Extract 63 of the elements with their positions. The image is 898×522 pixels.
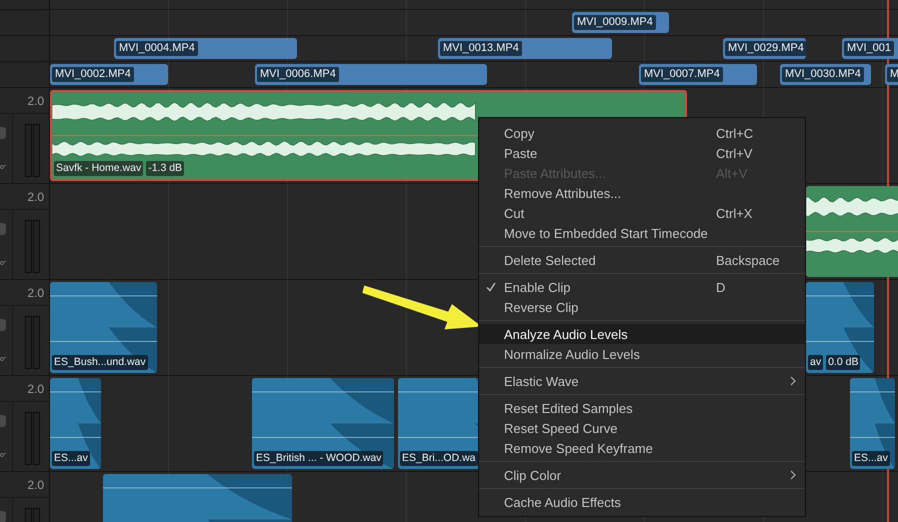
clip-name: MVI_0004.MP4 — [116, 41, 198, 56]
level-meter — [25, 316, 40, 369]
level-meter — [25, 412, 40, 465]
menu-item[interactable]: Reverse Clip — [479, 297, 805, 317]
track-gain: 2.0 — [27, 382, 44, 396]
link-icon[interactable] — [0, 452, 6, 458]
video-clip[interactable]: MVI_0002.MP4 — [50, 64, 168, 85]
audio-clip[interactable]: ES_Bush...und.wav — [50, 282, 157, 373]
menu-item[interactable]: Enable Clip D — [479, 277, 805, 297]
level-meter — [25, 220, 40, 273]
audio-clip[interactable]: av 0.0 dB — [806, 282, 874, 373]
clip-name: MVI_0006.MP4 — [257, 67, 339, 82]
track-gain: 2.0 — [27, 190, 44, 204]
video-clip[interactable]: MVI_0006.MP4 — [255, 64, 487, 85]
video-clip[interactable]: M — [885, 64, 898, 85]
video-clip[interactable]: MVI_0004.MP4 — [114, 38, 297, 59]
clip-name: M — [887, 67, 898, 82]
clip-name: MVI_001 — [844, 41, 894, 56]
toggle-icon[interactable] — [0, 414, 6, 427]
track-gain: 2.0 — [27, 94, 44, 108]
link-icon[interactable] — [0, 356, 6, 362]
audio-clip[interactable] — [806, 186, 898, 277]
menu-item[interactable]: Delete Selected Backspace — [479, 250, 805, 270]
menu-item[interactable]: Normalize Audio Levels — [479, 344, 805, 364]
clip-name: av — [808, 355, 824, 370]
menu-item[interactable]: Analyze Audio Levels — [479, 324, 805, 344]
toggle-icon[interactable] — [0, 126, 6, 139]
clip-gain-reading: -1.3 dB — [146, 161, 184, 176]
menu-item[interactable]: Cut Ctrl+X — [479, 203, 805, 223]
clip-name: Savfk - Home.wav — [54, 161, 144, 176]
audio-clip[interactable]: ES...av — [50, 378, 101, 469]
clip-gain-reading: 0.0 dB — [826, 355, 860, 370]
audio-clip[interactable]: ES_British ... - WOOD.wav — [252, 378, 394, 469]
video-clip[interactable]: MVI_0013.MP4 — [438, 38, 612, 59]
toggle-icon[interactable] — [0, 222, 6, 235]
clip-name: MVI_0007.MP4 — [641, 67, 723, 82]
video-clip[interactable]: MVI_0007.MP4 — [639, 64, 757, 85]
clip-name: ES...av — [52, 451, 90, 466]
clip-name: ES_Bri...OD.wa — [400, 451, 478, 466]
level-meter — [25, 124, 40, 177]
track-gain: 2.0 — [27, 478, 44, 492]
clip-name: MVI_0013.MP4 — [440, 41, 522, 56]
video-clip[interactable]: MVI_0030.MP4 — [780, 64, 871, 85]
audio-clip[interactable]: ES...av — [850, 378, 895, 469]
clip-name: MVI_0030.MP4 — [782, 67, 864, 82]
clip-name: ES_Bush...und.wav — [52, 355, 148, 370]
track-gain: 2.0 — [27, 286, 44, 300]
link-icon[interactable] — [0, 260, 6, 266]
menu-item[interactable]: Move to Embedded Start Timecode — [479, 223, 805, 243]
chevron-icon — [790, 470, 796, 480]
clip-name: ES...av — [852, 451, 890, 466]
video-clip[interactable]: MVI_0009.MP4 — [572, 12, 669, 33]
chevron-icon — [790, 376, 796, 386]
menu-item[interactable]: Remove Attributes... — [479, 183, 805, 203]
link-icon[interactable] — [0, 164, 6, 170]
clip-name: ES_British ... - WOOD.wav — [254, 451, 384, 466]
clip-name: MVI_0009.MP4 — [574, 15, 656, 30]
toggle-icon[interactable] — [0, 318, 6, 331]
menu-item[interactable]: Cache Audio Effects — [479, 492, 805, 512]
toggle-icon[interactable] — [0, 510, 6, 522]
check-icon — [486, 282, 496, 292]
clip-name: MVI_0002.MP4 — [52, 67, 134, 82]
video-clip[interactable]: MVI_001 — [842, 38, 898, 59]
